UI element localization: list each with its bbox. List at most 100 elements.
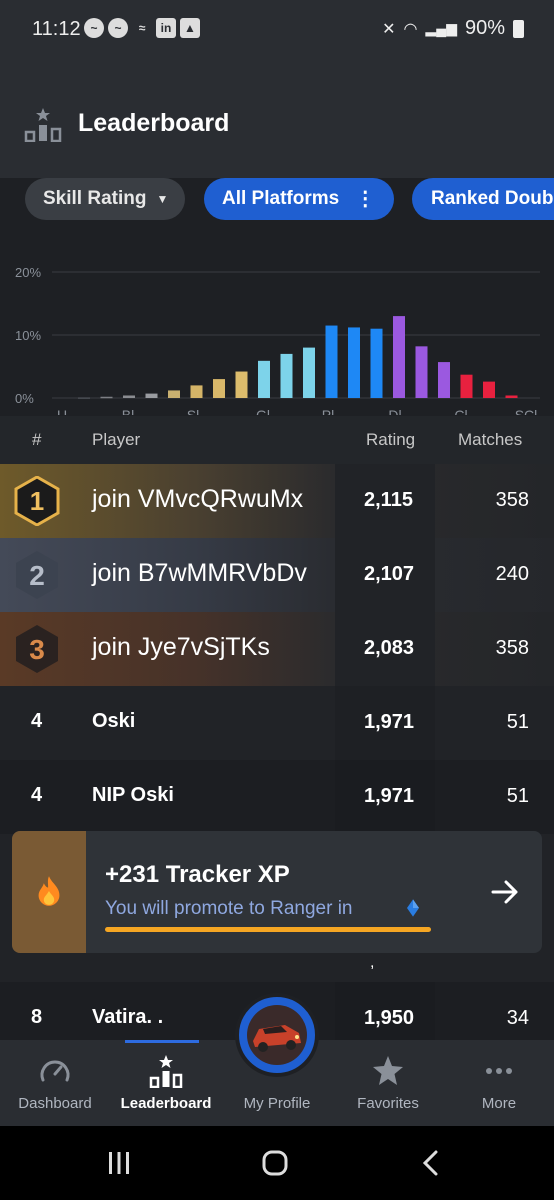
chart-bar: [78, 397, 90, 399]
filter-bar: Skill Rating ▼ All Platforms ⋮ Ranked Do…: [0, 178, 554, 226]
rank-distribution-chart: 20% 10% 0% U Bl Sl Gl Pl Dl Cl SCl: [15, 265, 540, 415]
y-tick-label: 10%: [15, 328, 41, 343]
table-row[interactable]: 2 join B7wMMRVbDv 2,107 240: [0, 538, 554, 612]
player-rank: 4: [31, 784, 43, 806]
profile-avatar-button[interactable]: [235, 993, 319, 1077]
chevron-down-icon: ▼: [156, 192, 169, 206]
chart-bar: [145, 393, 158, 398]
player-matches: 51: [506, 785, 529, 807]
player-rating: 2,115: [364, 489, 413, 511]
player-rating: 1,971: [364, 711, 415, 733]
player-matches: 240: [495, 563, 529, 585]
chart-bar: [303, 347, 315, 398]
mute-icon: ✕: [382, 20, 396, 38]
player-rank: 4: [31, 710, 43, 732]
player-name[interactable]: join B7wMMRVbDv: [92, 559, 307, 588]
gold-rank-badge-icon: 1: [14, 476, 60, 526]
arrow-right-icon[interactable]: [490, 877, 520, 907]
chart-bar: [123, 395, 135, 398]
player-matches: 34: [506, 1007, 529, 1029]
system-status: ✕ ◠ ▂▄▆ 90%: [382, 17, 524, 40]
svg-text:2: 2: [29, 560, 45, 591]
system-navigation-bar: [0, 1126, 554, 1200]
x-tick-label: Sl: [187, 407, 199, 415]
rank-column-header: #: [32, 430, 42, 449]
platform-label: All Platforms: [222, 188, 340, 209]
chart-bar: [100, 396, 113, 399]
recent-apps-icon[interactable]: [106, 1150, 132, 1176]
x-tick-label: Dl: [388, 407, 401, 415]
flame-icon: [38, 876, 60, 906]
back-icon[interactable]: [418, 1150, 444, 1176]
activity-icon: ≈: [138, 21, 146, 35]
skill-rating-label: Skill Rating: [43, 188, 147, 209]
chart-bar: [370, 328, 383, 398]
chart-bar: [190, 385, 203, 398]
leaderboard-icon: [149, 1055, 183, 1088]
rating-column-header[interactable]: Rating: [366, 430, 415, 450]
nav-dashboard-label: Dashboard: [18, 1095, 92, 1112]
player-matches: 51: [506, 711, 529, 733]
chart-bar: [348, 327, 360, 398]
signal-icon: ▂▄▆: [425, 20, 457, 36]
x-tick-label: Cl: [454, 407, 467, 415]
matches-column-header[interactable]: Matches: [458, 430, 522, 450]
chart-bar: [438, 362, 450, 398]
nav-more-label: More: [481, 1095, 517, 1112]
player-name[interactable]: Oski: [92, 710, 135, 733]
playlist-filter[interactable]: Ranked Doub: [412, 178, 554, 220]
table-row[interactable]: 1 join VMvcQRwuMx 2,115 358: [0, 464, 554, 538]
toast-title: +231 Tracker XP: [105, 861, 290, 888]
bronze-rank-badge-icon: 3: [16, 625, 58, 673]
xp-toast[interactable]: +231 Tracker XP You will promote to Rang…: [12, 831, 542, 953]
y-tick-label: 20%: [15, 265, 41, 280]
player-rating: 2,107: [364, 563, 415, 585]
messenger-icon: ~: [108, 18, 128, 38]
promotion-progress-bar: [105, 927, 431, 932]
player-rating: 1,950: [364, 1007, 415, 1029]
player-column-header: Player: [92, 430, 141, 449]
app-bar: Leaderboard: [0, 60, 554, 178]
nav-dashboard[interactable]: Dashboard: [0, 1040, 110, 1126]
player-name[interactable]: NIP Oski: [92, 784, 174, 807]
playlist-label: Ranked Doub: [431, 188, 554, 209]
nav-favorites[interactable]: Favorites: [333, 1040, 443, 1126]
x-tick-label: Pl: [322, 407, 334, 415]
home-icon[interactable]: [262, 1150, 288, 1176]
chart-bar: [505, 395, 518, 398]
notification-icons: ~ ~ ≈ in ▲: [84, 18, 200, 38]
player-matches: 358: [495, 489, 529, 511]
platform-filter[interactable]: All Platforms ⋮: [204, 178, 394, 220]
player-matches: 358: [495, 637, 529, 659]
table-row[interactable]: 4 NIP Oski 1,971 51: [0, 760, 554, 834]
player-name[interactable]: Vatira. .: [92, 1006, 163, 1029]
x-tick-label: U: [57, 407, 67, 415]
table-header: # Player Rating Matches: [0, 416, 554, 464]
nav-more[interactable]: More: [444, 1040, 554, 1126]
x-tick-label: SCl: [515, 407, 538, 415]
chart-bar: [415, 346, 428, 398]
nav-favorites-label: Favorites: [357, 1095, 419, 1112]
svg-text:3: 3: [29, 634, 45, 665]
battery-icon: [513, 19, 524, 38]
player-name[interactable]: join Jye7vSjTKs: [92, 633, 270, 662]
chart-bar: [235, 371, 248, 398]
skill-rating-dropdown[interactable]: Skill Rating ▼: [25, 178, 185, 220]
messenger-icon: ~: [84, 18, 104, 38]
player-name[interactable]: join VMvcQRwuMx: [92, 485, 303, 514]
chart-bar: [213, 379, 225, 398]
chart-bar: [258, 360, 270, 398]
chart-bar: [325, 325, 338, 398]
table-row[interactable]: 4 Oski 1,971 51: [0, 686, 554, 760]
player-rating: 2,083: [364, 637, 415, 659]
rank-diamond-icon: [407, 899, 419, 917]
y-tick-label: 0%: [15, 391, 34, 406]
battery-percent: 90%: [464, 17, 505, 39]
status-time: 11:12: [32, 18, 81, 40]
wifi-icon: ◠: [403, 20, 418, 38]
car-avatar-icon: [247, 1005, 307, 1065]
active-tab-indicator: [125, 1040, 199, 1043]
x-tick-label: Bl: [122, 407, 134, 415]
nav-leaderboard[interactable]: Leaderboard: [111, 1040, 221, 1126]
table-row[interactable]: 3 join Jye7vSjTKs 2,083 358: [0, 612, 554, 686]
